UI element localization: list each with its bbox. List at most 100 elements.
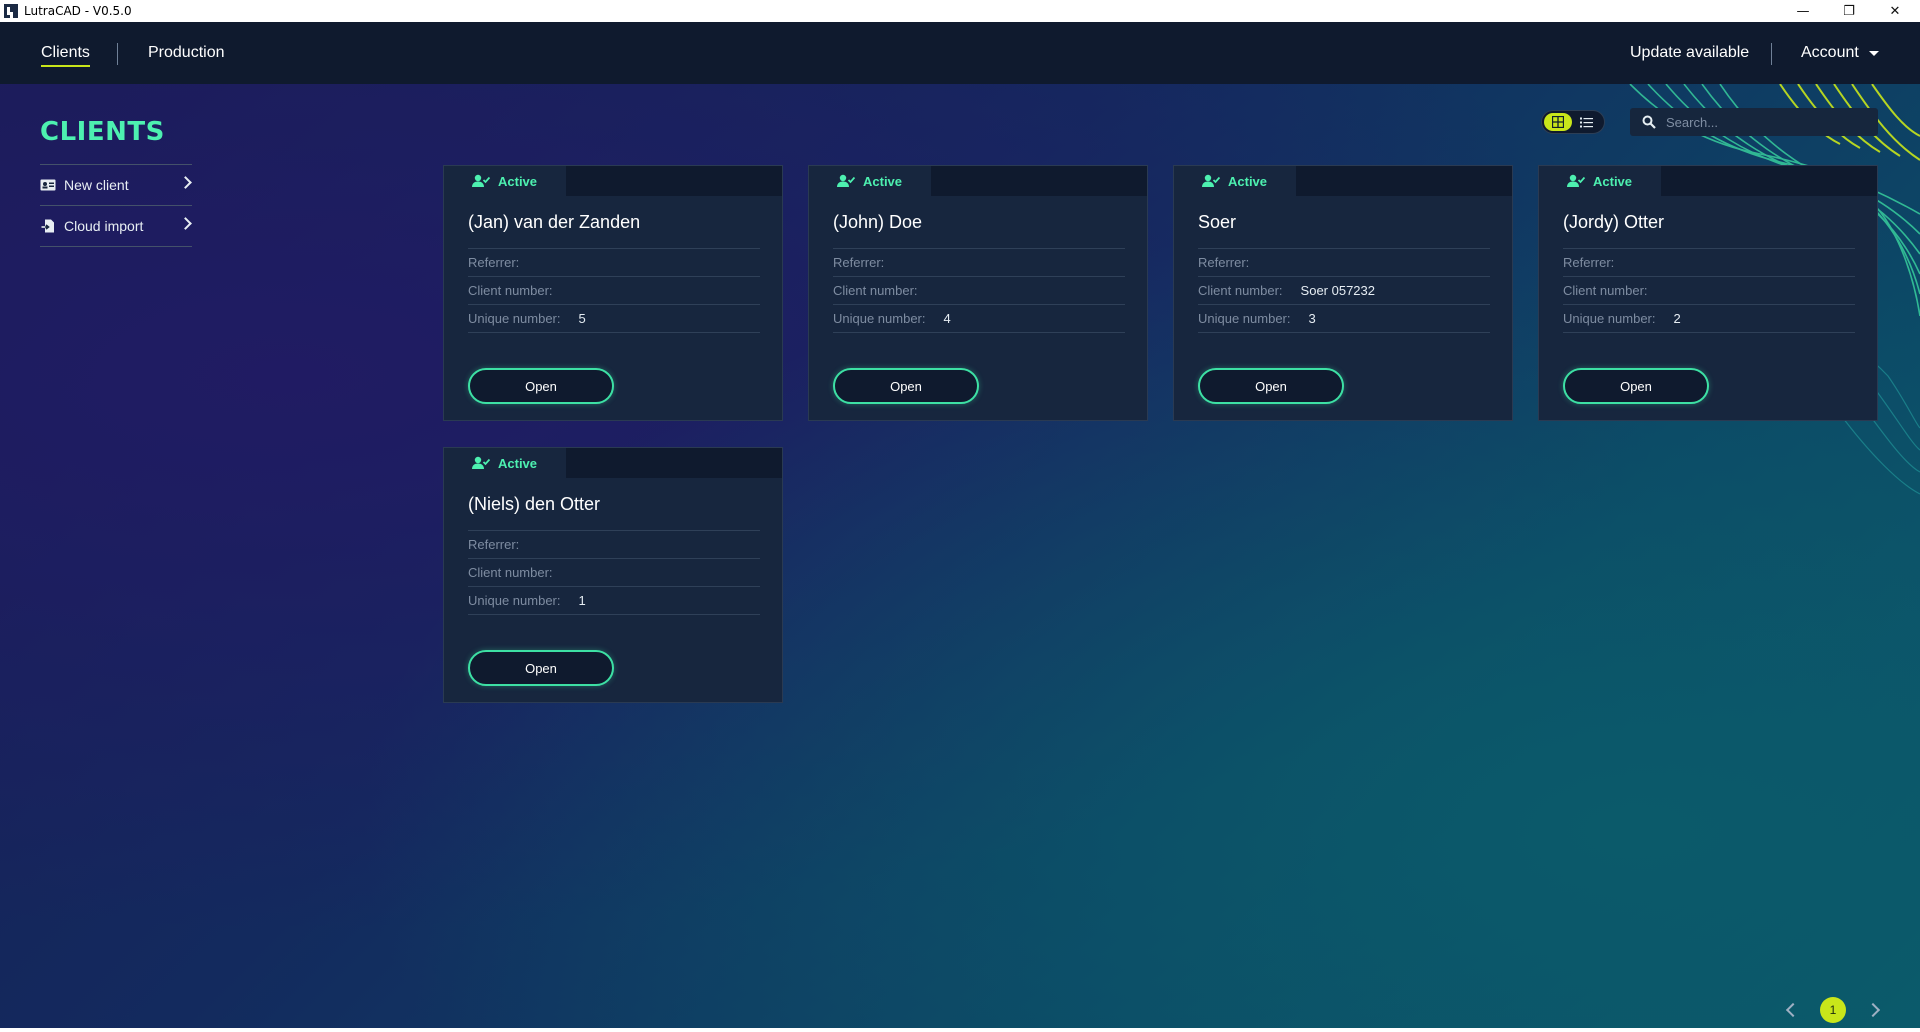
client-number-label: Client number: xyxy=(1198,282,1283,298)
tab-clients[interactable]: Clients xyxy=(41,22,90,84)
sidebar-item-label: New client xyxy=(64,177,129,193)
close-window-button[interactable]: ✕ xyxy=(1872,0,1918,22)
client-card: Active (Niels) den Otter Referrer: Clien… xyxy=(443,447,783,703)
referrer-label: Referrer: xyxy=(1198,254,1250,270)
sidebar-item-cloud-import[interactable]: Cloud import xyxy=(40,206,192,247)
unique-number-value: 2 xyxy=(1673,310,1681,326)
unique-number-row: Unique number: 4 xyxy=(833,306,1125,330)
status-tab: Active xyxy=(809,166,931,196)
open-client-button[interactable]: Open xyxy=(1563,368,1709,404)
nav-separator xyxy=(1771,43,1772,65)
client-number-label: Client number: xyxy=(468,564,553,580)
divider xyxy=(468,332,760,333)
client-number-value: Soer 057232 xyxy=(1300,282,1375,298)
unique-number-row: Unique number: 3 xyxy=(1198,306,1490,330)
status-label: Active xyxy=(1228,173,1268,189)
search-icon xyxy=(1642,115,1656,129)
open-client-button[interactable]: Open xyxy=(1198,368,1344,404)
divider xyxy=(468,276,760,277)
divider xyxy=(1198,304,1490,305)
divider xyxy=(468,586,760,587)
account-label: Account xyxy=(1801,44,1859,61)
search-box xyxy=(1630,108,1878,136)
client-card: Active (John) Doe Referrer: Client numbe… xyxy=(808,165,1148,421)
divider xyxy=(1563,276,1855,277)
user-check-icon xyxy=(837,174,855,187)
list-view-button[interactable] xyxy=(1572,113,1600,131)
page-number-current[interactable]: 1 xyxy=(1820,997,1846,1023)
referrer-row: Referrer: xyxy=(833,250,1125,274)
status-label: Active xyxy=(1593,173,1633,189)
sidebar-item-label: Cloud import xyxy=(64,218,144,234)
client-number-label: Client number: xyxy=(468,282,553,298)
referrer-label: Referrer: xyxy=(468,254,520,270)
caret-down-icon xyxy=(1868,50,1879,56)
referrer-row: Referrer: xyxy=(1563,250,1855,274)
client-name: (Jordy) Otter xyxy=(1563,212,1665,232)
unique-number-label: Unique number: xyxy=(468,592,561,608)
open-client-button[interactable]: Open xyxy=(468,368,614,404)
page-title: CLIENTS xyxy=(40,117,165,147)
view-toggle xyxy=(1541,110,1605,134)
id-card-icon xyxy=(40,178,56,192)
chevron-right-icon xyxy=(179,176,192,189)
client-card: Active Soer Referrer: Client number: Soer… xyxy=(1173,165,1513,421)
sidebar-item-new-client[interactable]: New client xyxy=(40,165,192,206)
unique-number-label: Unique number: xyxy=(833,310,926,326)
status-tab: Active xyxy=(444,166,566,196)
referrer-label: Referrer: xyxy=(1563,254,1615,270)
unique-number-value: 4 xyxy=(943,310,951,326)
client-name: (Niels) den Otter xyxy=(468,494,601,514)
account-menu[interactable]: Account xyxy=(1801,22,1879,84)
user-check-icon xyxy=(472,174,490,187)
divider xyxy=(833,304,1125,305)
minimize-button[interactable]: — xyxy=(1780,0,1826,22)
status-label: Active xyxy=(863,173,903,189)
unique-number-row: Unique number: 2 xyxy=(1563,306,1855,330)
restore-button[interactable]: ❐ xyxy=(1826,0,1872,22)
divider xyxy=(1198,276,1490,277)
sidebar-menu: New client Cloud import xyxy=(40,164,192,247)
divider xyxy=(1563,248,1855,249)
client-card: Active (Jordy) Otter Referrer: Client nu… xyxy=(1538,165,1878,421)
unique-number-value: 3 xyxy=(1308,310,1316,326)
client-number-row: Client number: xyxy=(1563,278,1855,302)
search-input[interactable] xyxy=(1664,113,1868,131)
unique-number-label: Unique number: xyxy=(468,310,561,326)
open-client-button[interactable]: Open xyxy=(833,368,979,404)
referrer-row: Referrer: xyxy=(468,532,760,556)
unique-number-value: 5 xyxy=(578,310,586,326)
next-page-icon[interactable] xyxy=(1865,1002,1881,1018)
open-client-button[interactable]: Open xyxy=(468,650,614,686)
tab-production[interactable]: Production xyxy=(148,22,225,84)
divider xyxy=(468,304,760,305)
client-number-row: Client number: Soer 057232 xyxy=(1198,278,1490,302)
app-logo-icon xyxy=(4,4,18,18)
referrer-row: Referrer: xyxy=(1198,250,1490,274)
referrer-label: Referrer: xyxy=(833,254,885,270)
grid-view-button[interactable] xyxy=(1544,113,1572,131)
file-import-icon xyxy=(40,219,56,233)
app-area: Clients Production Update available Acco… xyxy=(0,22,1920,1032)
window-title: LutraCAD - V0.5.0 xyxy=(24,4,132,18)
status-tab: Active xyxy=(444,448,566,478)
divider xyxy=(468,614,760,615)
user-check-icon xyxy=(1202,174,1220,187)
chevron-right-icon xyxy=(179,217,192,230)
status-tab: Active xyxy=(1174,166,1296,196)
unique-number-value: 1 xyxy=(578,592,586,608)
list-icon xyxy=(1579,117,1593,127)
divider xyxy=(833,276,1125,277)
client-name: Soer xyxy=(1198,212,1237,232)
prev-page-icon[interactable] xyxy=(1785,1002,1801,1018)
referrer-row: Referrer: xyxy=(468,250,760,274)
client-number-row: Client number: xyxy=(468,560,760,584)
top-nav: Clients Production Update available Acco… xyxy=(0,22,1920,84)
unique-number-row: Unique number: 1 xyxy=(468,588,760,612)
unique-number-row: Unique number: 5 xyxy=(468,306,760,330)
update-available-link[interactable]: Update available xyxy=(1630,22,1749,84)
window-bottom-edge xyxy=(0,1028,1920,1032)
referrer-label: Referrer: xyxy=(468,536,520,552)
client-name: (John) Doe xyxy=(833,212,923,232)
divider xyxy=(1563,332,1855,333)
